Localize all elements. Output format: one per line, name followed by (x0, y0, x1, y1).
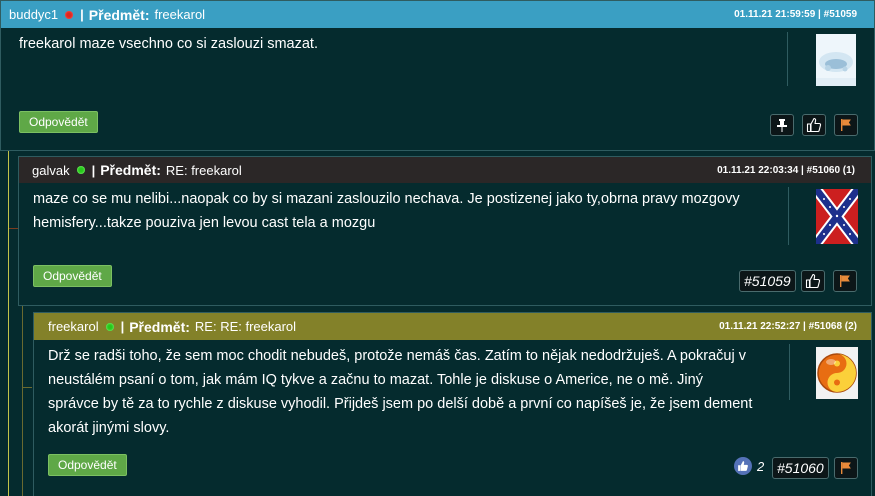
author-name[interactable]: galvak (32, 163, 70, 178)
report-button[interactable] (834, 457, 858, 479)
online-status-icon (105, 322, 114, 331)
user-avatar[interactable] (816, 34, 856, 86)
flag-icon (841, 119, 851, 131)
avatar-image (816, 34, 856, 86)
post-body-line: neustálém psaní o tom, jak mám IQ tykve … (48, 372, 703, 388)
post-body-line: akorát jinými slovy. (48, 420, 170, 436)
pin-icon (777, 119, 787, 132)
thread-line-level2 (22, 306, 23, 496)
avatar-divider (787, 32, 788, 86)
user-avatar[interactable] (816, 347, 858, 399)
reply-button[interactable]: Odpovědět (48, 454, 127, 476)
avatar-divider (788, 187, 789, 245)
post-51068: freekarol | Předmět: RE: RE: freekarol 0… (33, 312, 872, 496)
header-separator: | (91, 162, 96, 178)
report-button[interactable] (834, 114, 858, 136)
pin-button[interactable] (770, 114, 794, 136)
post-51060: galvak | Předmět: RE: freekarol 01.11.21… (18, 156, 872, 306)
thumbs-up-icon (734, 457, 752, 475)
post-header: buddyc1 | Předmět: freekarol 01.11.21 21… (1, 1, 874, 28)
reply-button[interactable]: Odpovědět (33, 265, 112, 287)
like-count-badge: 2 (734, 457, 764, 475)
thread-line-branch2 (23, 387, 32, 388)
parent-post-link[interactable]: #51060 (772, 457, 829, 479)
subject-text: freekarol (154, 7, 206, 22)
like-button[interactable] (801, 270, 825, 292)
author-name[interactable]: freekarol (48, 319, 99, 334)
post-body-line: maze co se mu nelibi...naopak co by si m… (33, 191, 740, 207)
subject-label: Předmět: (100, 162, 161, 178)
post-meta: 01.11.21 21:59:59 | #51059 (734, 9, 857, 20)
post-body-line: správce by tě za to rychle z diskuse vyh… (48, 396, 753, 412)
post-header: galvak | Předmět: RE: freekarol 01.11.21… (19, 157, 871, 183)
post-header: freekarol | Předmět: RE: RE: freekarol 0… (34, 313, 871, 340)
header-separator: | (120, 319, 125, 334)
like-button[interactable] (802, 114, 826, 136)
post-body-line: Drž se radši toho, že sem moc chodit neb… (48, 348, 746, 364)
author-name[interactable]: buddyc1 (9, 7, 58, 22)
flag-icon (841, 462, 851, 474)
thumbs-up-icon (806, 117, 822, 133)
header-separator: | (80, 7, 84, 22)
online-status-icon (76, 166, 85, 174)
post-51059: buddyc1 | Předmět: freekarol 01.11.21 21… (0, 0, 875, 151)
post-body: freekarol maze vsechno co si zaslouzi sm… (19, 36, 318, 52)
user-avatar[interactable] (816, 189, 858, 244)
avatar-divider (789, 344, 790, 400)
subject-text: RE: RE: freekarol (194, 319, 297, 334)
post-meta: 01.11.21 22:03:34 | #51060 (1) (717, 164, 855, 176)
parent-post-link[interactable]: #51059 (739, 270, 796, 292)
thumbs-up-icon (805, 273, 821, 289)
post-body-line: hemisfery...takze pouziva jen levou cast… (33, 215, 376, 231)
reply-button[interactable]: Odpovědět (19, 111, 98, 133)
offline-status-icon (65, 10, 74, 19)
post-meta: 01.11.21 22:52:27 | #51068 (2) (719, 321, 857, 332)
report-button[interactable] (833, 270, 857, 292)
subject-label: Předmět: (129, 318, 190, 335)
subject-text: RE: freekarol (165, 162, 242, 178)
thread-line-level1 (8, 150, 9, 496)
post-body: Drž se radši toho, že sem moc chodit neb… (48, 344, 752, 440)
thread-line-branch1 (9, 228, 18, 229)
avatar-image (816, 347, 858, 399)
like-count: 2 (757, 458, 765, 474)
subject-label: Předmět: (88, 6, 150, 23)
post-body: maze co se mu nelibi...naopak co by si m… (33, 187, 740, 235)
flag-icon (840, 275, 850, 287)
avatar-image (816, 189, 858, 244)
